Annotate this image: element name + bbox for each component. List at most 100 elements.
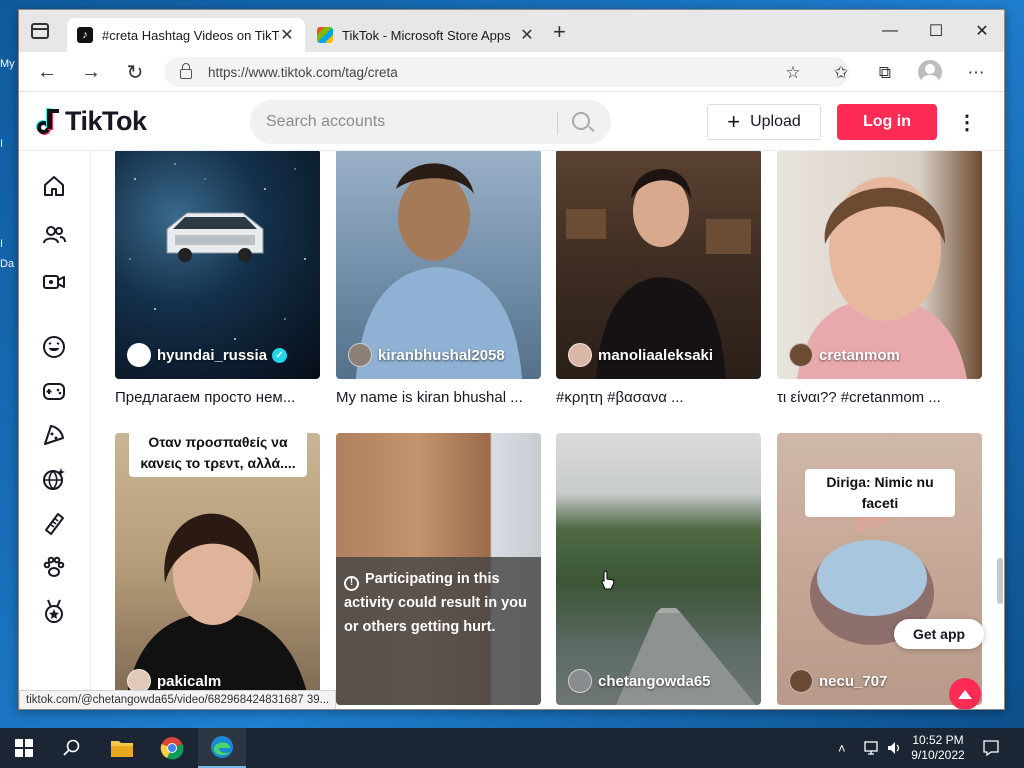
refresh-button[interactable]: ↻: [123, 60, 147, 84]
lock-icon[interactable]: [180, 63, 192, 79]
author-name[interactable]: necu_707: [819, 673, 887, 690]
plus-icon: +: [727, 109, 741, 134]
verified-badge-icon: ✓: [272, 347, 288, 363]
video-author[interactable]: cretanmom: [789, 343, 900, 367]
notifications-icon[interactable]: [982, 728, 1000, 768]
video-card[interactable]: Diriga: Nimic nu faceti necu_707: [777, 433, 982, 705]
url-field[interactable]: https://www.tiktok.com/tag/creta: [164, 57, 849, 87]
video-card[interactable]: hyundai_russia ✓ Предлагаем просто нем..…: [115, 151, 320, 406]
search-icon[interactable]: [48, 728, 96, 768]
file-explorer-icon[interactable]: [98, 728, 146, 768]
desktop-icon-label[interactable]: I: [0, 138, 3, 150]
chrome-icon[interactable]: [148, 728, 196, 768]
video-thumbnail[interactable]: hyundai_russia ✓: [115, 151, 320, 379]
upload-button[interactable]: + Upload: [707, 104, 821, 140]
sports-icon[interactable]: [41, 466, 67, 492]
scroll-to-top-icon[interactable]: [949, 678, 981, 709]
video-card[interactable]: chetangowda65: [556, 433, 761, 705]
author-name[interactable]: kiranbhushal2058: [378, 347, 505, 364]
video-grid: hyundai_russia ✓ Предлагаем просто нем..…: [91, 151, 1004, 709]
following-icon[interactable]: [41, 222, 67, 248]
desktop-icon-label[interactable]: My: [0, 58, 15, 70]
close-window-button[interactable]: ✕: [959, 16, 1004, 46]
video-thumbnail[interactable]: cretanmom: [777, 151, 982, 379]
video-thumbnail[interactable]: Οταν προσπαθείς να κανεις το τρεντ, αλλά…: [115, 433, 320, 705]
warning-icon: !: [344, 575, 359, 591]
video-card[interactable]: cretanmom τι είναι?? #cretanmom ...: [777, 151, 982, 406]
edge-icon[interactable]: [198, 728, 246, 768]
tab-microsoft-store[interactable]: TikTok - Microsoft Store Apps ✕: [307, 18, 545, 52]
tray-chevron-icon[interactable]: ˄: [838, 728, 846, 768]
back-button[interactable]: ←: [35, 60, 59, 84]
get-app-button[interactable]: Get app: [894, 619, 984, 649]
author-name[interactable]: pakicalm: [157, 673, 221, 690]
comedy-icon[interactable]: [41, 334, 67, 360]
video-text-overlay: Οταν προσπαθείς να κανεις το τρεντ, αλλά…: [129, 433, 307, 477]
forward-button[interactable]: →: [79, 60, 103, 84]
more-options-icon[interactable]: ⋮: [957, 110, 977, 134]
video-card[interactable]: ! Participating in this activity could re…: [336, 433, 541, 705]
desktop-icon-label[interactable]: Da: [0, 258, 14, 270]
animals-icon[interactable]: [41, 554, 67, 580]
avatar[interactable]: [568, 669, 592, 693]
login-button[interactable]: Log in: [837, 104, 937, 140]
tiktok-logo[interactable]: TikTok: [35, 106, 147, 137]
profile-avatar-icon[interactable]: [918, 60, 942, 84]
tab-actions-icon[interactable]: [31, 23, 49, 39]
author-name[interactable]: hyundai_russia: [157, 347, 267, 364]
video-card[interactable]: manoliaaleksaki #κρητη #βασανα ...: [556, 151, 761, 406]
video-author[interactable]: necu_707: [789, 669, 887, 693]
gaming-icon[interactable]: [41, 378, 67, 404]
road-graphic: [616, 608, 756, 705]
add-favorite-icon[interactable]: ☆: [782, 62, 804, 84]
video-caption[interactable]: τι είναι?? #cretanmom ...: [777, 389, 982, 406]
video-author[interactable]: manoliaaleksaki: [568, 343, 713, 367]
food-icon[interactable]: [41, 422, 67, 448]
avatar[interactable]: [127, 343, 151, 367]
network-icon[interactable]: [862, 728, 880, 768]
author-name[interactable]: chetangowda65: [598, 673, 711, 690]
url-text[interactable]: https://www.tiktok.com/tag/creta: [208, 65, 398, 80]
minimize-button[interactable]: —: [867, 16, 913, 46]
author-name[interactable]: manoliaaleksaki: [598, 347, 713, 364]
settings-more-icon[interactable]: ⋯: [965, 62, 987, 84]
video-card[interactable]: Οταν προσπαθείς να κανεις το τρεντ, αλλά…: [115, 433, 320, 705]
search-icon[interactable]: [572, 112, 590, 130]
maximize-button[interactable]: ☐: [913, 16, 959, 46]
new-tab-button[interactable]: +: [553, 21, 566, 43]
video-thumbnail[interactable]: kiranbhushal2058: [336, 151, 541, 379]
video-card[interactable]: kiranbhushal2058 My name is kiran bhusha…: [336, 151, 541, 406]
desktop-icon-label[interactable]: I: [0, 238, 3, 250]
taskbar-clock[interactable]: 10:52 PM 9/10/2022: [906, 733, 970, 763]
author-name[interactable]: cretanmom: [819, 347, 900, 364]
video-thumbnail[interactable]: Diriga: Nimic nu faceti necu_707: [777, 433, 982, 705]
video-author[interactable]: kiranbhushal2058: [348, 343, 505, 367]
favorites-icon[interactable]: ✩: [830, 62, 852, 84]
video-thumbnail[interactable]: chetangowda65: [556, 433, 761, 705]
page-scrollbar[interactable]: [997, 558, 1003, 604]
avatar[interactable]: [348, 343, 372, 367]
live-icon[interactable]: [41, 269, 67, 295]
store-favicon-icon: [317, 27, 333, 43]
home-icon[interactable]: [41, 173, 67, 199]
avatar[interactable]: [568, 343, 592, 367]
avatar[interactable]: [789, 669, 813, 693]
avatar[interactable]: [789, 343, 813, 367]
video-thumbnail[interactable]: ! Participating in this activity could re…: [336, 433, 541, 705]
video-author[interactable]: hyundai_russia ✓: [127, 343, 288, 367]
collections-icon[interactable]: ⧉: [874, 62, 896, 84]
video-text-overlay: Diriga: Nimic nu faceti: [805, 469, 955, 517]
tab-tiktok-creta[interactable]: ♪ #creta Hashtag Videos on TikTok ✕: [67, 18, 305, 52]
volume-icon[interactable]: [886, 728, 904, 768]
video-thumbnail[interactable]: manoliaaleksaki: [556, 151, 761, 379]
search-input[interactable]: [266, 113, 546, 131]
beauty-icon[interactable]: [41, 510, 67, 536]
video-author[interactable]: chetangowda65: [568, 669, 711, 693]
video-caption[interactable]: Предлагаем просто нем...: [115, 389, 320, 406]
video-caption[interactable]: #κρητη #βασανα ...: [556, 389, 761, 406]
start-button[interactable]: [0, 728, 48, 768]
close-tab-icon[interactable]: ✕: [519, 25, 535, 45]
video-caption[interactable]: My name is kiran bhushal ...: [336, 389, 541, 406]
close-tab-icon[interactable]: ✕: [279, 25, 295, 45]
achievement-icon[interactable]: [41, 598, 67, 624]
